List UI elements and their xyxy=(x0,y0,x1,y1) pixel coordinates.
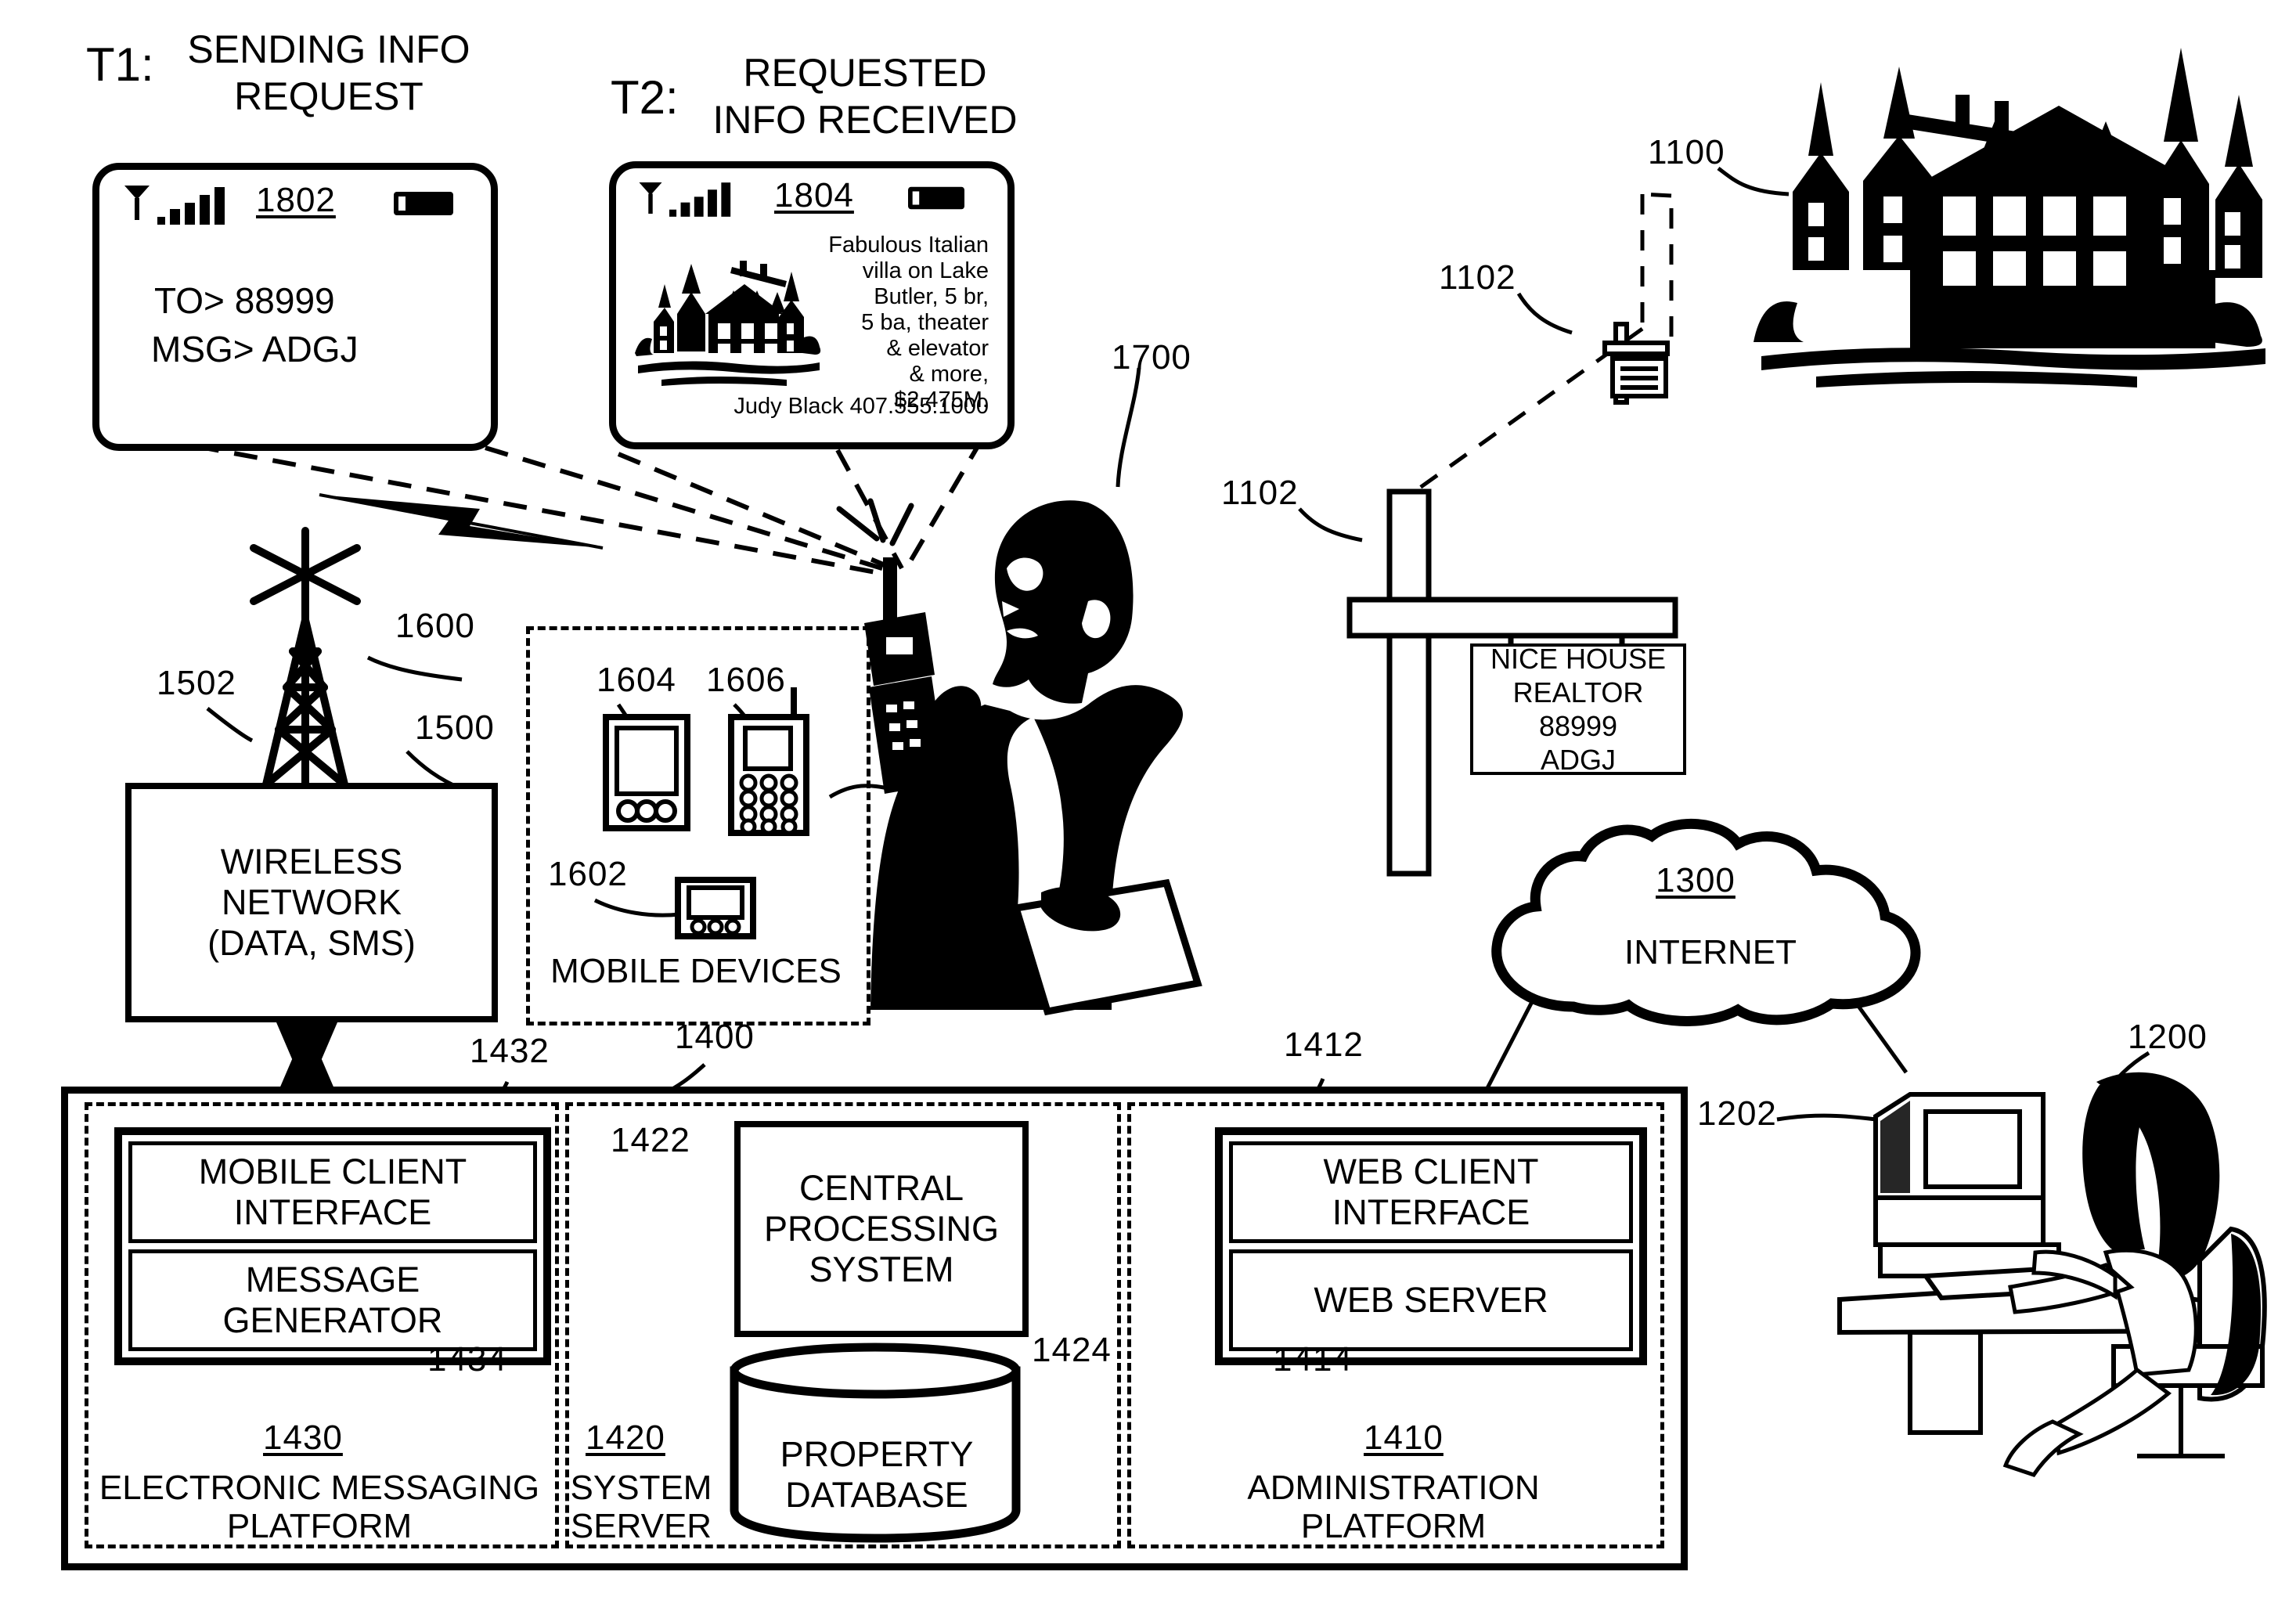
phone-t2-ref: 1804 xyxy=(774,176,854,214)
web-server-box[interactable]: WEB SERVER xyxy=(1229,1249,1633,1351)
msg-line-2: villa on Lake xyxy=(862,258,989,284)
pda-ref: 1604 xyxy=(597,661,676,699)
phone-t1-line1: TO> 88999 xyxy=(154,280,335,321)
wireless-line2: NETWORK xyxy=(221,881,402,922)
sign-line1: NICE HOUSE xyxy=(1490,642,1667,675)
phone-t2-message: Fabulous Italian villa on Lake Butler, 5… xyxy=(804,232,989,413)
msg-line-4: 5 ba, theater xyxy=(861,310,989,336)
mci-line1: MOBILE CLIENT xyxy=(198,1151,467,1191)
phone-t1-line2: MSG> ADGJ xyxy=(151,329,359,369)
admin-platform-label: ADMINISTRATION PLATFORM xyxy=(1135,1469,1652,1546)
messaging-platform-leader-ref: 1432 xyxy=(470,1032,550,1070)
db-line1: PROPERTY xyxy=(780,1434,974,1474)
t1-tag: T1: xyxy=(86,38,154,91)
message-generator-ref: 1434 xyxy=(427,1340,507,1379)
pager-ref: 1602 xyxy=(548,855,628,893)
messaging-platform-label: ELECTRONIC MESSAGING PLATFORM xyxy=(92,1469,546,1546)
phone-t2-agent-line: Judy Black 407.555.1000 xyxy=(733,394,989,419)
t1-caption-line2: REQUEST xyxy=(234,74,424,118)
db-line2: DATABASE xyxy=(785,1475,968,1516)
emp-line1: ELECTRONIC MESSAGING xyxy=(99,1469,540,1507)
realtor-sign-panel: NICE HOUSE REALTOR 88999 ADGJ xyxy=(1470,642,1686,777)
ap-line1: ADMINISTRATION xyxy=(1247,1469,1540,1507)
handset-device xyxy=(864,557,947,794)
mg-line1: MESSAGE xyxy=(245,1259,420,1299)
wireless-network-box[interactable]: WIRELESS NETWORK (DATA, SMS) xyxy=(125,783,498,1022)
admin-platform-leader-ref: 1412 xyxy=(1284,1025,1364,1064)
t2-caption-line1: REQUESTED xyxy=(743,51,987,95)
wireless-network-ref: 1500 xyxy=(415,708,495,747)
internet-ref: 1300 xyxy=(1656,861,1736,899)
sign-ref-top: 1102 xyxy=(1439,258,1516,297)
cps-line2: PROCESSING xyxy=(763,1208,1000,1249)
web-server-ref: 1414 xyxy=(1273,1340,1353,1379)
property-database-label: PROPERTY DATABASE xyxy=(736,1434,1018,1516)
internet-label: INTERNET xyxy=(1624,933,1797,971)
mobile-devices-ref: 1600 xyxy=(395,607,475,645)
mci-line2: INTERFACE xyxy=(233,1192,432,1232)
phone-t1-ref: 1802 xyxy=(256,181,336,219)
msg-line-5: & elevator xyxy=(886,336,989,362)
mobile-client-stack: MOBILE CLIENT INTERFACE MESSAGE GENERATO… xyxy=(114,1127,551,1365)
sign-line2: REALTOR xyxy=(1512,676,1644,708)
phone-screen-t2[interactable]: 1804 Fabulous Italian villa on Lake Butl… xyxy=(609,161,1015,449)
mg-line2: GENERATOR xyxy=(222,1300,443,1340)
wireless-line1: WIRELESS xyxy=(220,841,403,881)
cps-line1: CENTRAL xyxy=(798,1167,964,1208)
ws-line1: WEB SERVER xyxy=(1314,1279,1548,1320)
web-client-interface-box[interactable]: WEB CLIENT INTERFACE xyxy=(1229,1141,1633,1243)
messaging-platform-ref: 1430 xyxy=(263,1418,343,1457)
system-server-label: SYSTEM SERVER xyxy=(559,1469,723,1546)
cps-line3: SYSTEM xyxy=(809,1249,954,1290)
sign-line4: ADGJ xyxy=(1540,744,1616,777)
database-ref: 1424 xyxy=(1032,1331,1112,1369)
emp-line2: PLATFORM xyxy=(226,1507,413,1546)
message-generator-box[interactable]: MESSAGE GENERATOR xyxy=(128,1249,537,1351)
t1-caption-line1: SENDING INFO xyxy=(187,27,470,71)
admin-platform-ref: 1410 xyxy=(1364,1418,1444,1457)
wireless-line3: (DATA, SMS) xyxy=(207,923,416,964)
msg-line-1: Fabulous Italian xyxy=(828,232,989,258)
platform-ref: 1400 xyxy=(675,1018,755,1056)
workstation-computer-ref: 1202 xyxy=(1697,1094,1777,1133)
msg-line-6: & more, xyxy=(909,362,989,387)
ss-line2: SERVER xyxy=(570,1507,712,1546)
mobile-client-interface-box[interactable]: MOBILE CLIENT INTERFACE xyxy=(128,1141,537,1243)
cps-ref: 1422 xyxy=(611,1121,690,1159)
sign-line3: 88999 xyxy=(1538,710,1618,742)
msg-line-3: Butler, 5 br, xyxy=(874,284,989,310)
mobile-devices-label: MOBILE DEVICES xyxy=(550,952,842,990)
wci-line2: INTERFACE xyxy=(1332,1192,1530,1232)
central-processing-system-box[interactable]: CENTRAL PROCESSING SYSTEM xyxy=(734,1121,1029,1337)
wci-line1: WEB CLIENT xyxy=(1323,1151,1539,1191)
t2-caption-line2: INFO RECEIVED xyxy=(712,98,1018,142)
figure-canvas: T1: SENDING INFO REQUEST [data-name="t1-… xyxy=(0,0,2296,1604)
house-ref: 1100 xyxy=(1648,133,1725,171)
system-server-ref: 1420 xyxy=(586,1418,665,1457)
user-ref: 1700 xyxy=(1112,338,1191,377)
ss-line1: SYSTEM xyxy=(570,1469,712,1507)
web-client-stack: WEB CLIENT INTERFACE WEB SERVER xyxy=(1215,1127,1647,1365)
phone-screen-t1[interactable]: 1802 TO> 88999 MSG> ADGJ xyxy=(92,163,498,451)
ap-line2: PLATFORM xyxy=(1300,1507,1487,1546)
